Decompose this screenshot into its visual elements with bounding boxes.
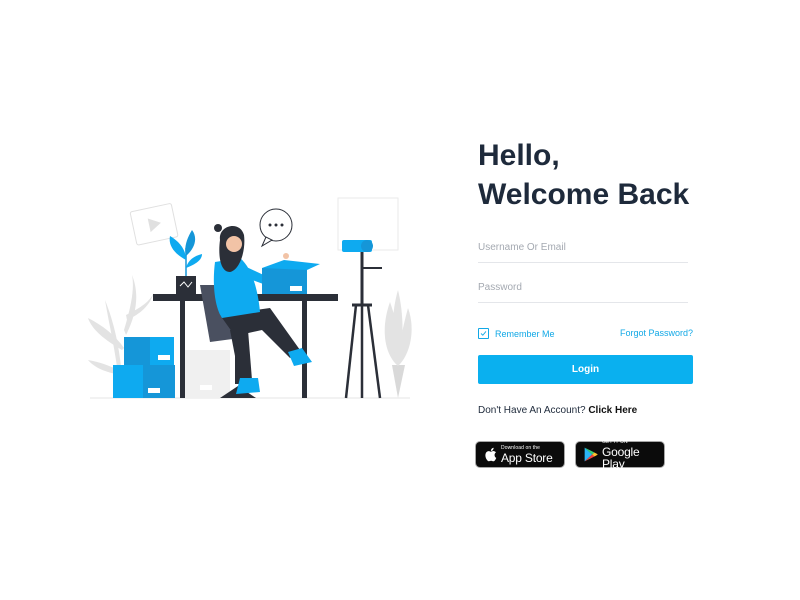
- remember-me-label: Remember Me: [495, 328, 555, 339]
- signup-link[interactable]: Click Here: [588, 405, 637, 416]
- username-input[interactable]: [478, 232, 688, 263]
- signup-prompt: Don't Have An Account? Click Here: [478, 405, 637, 416]
- google-play-badge[interactable]: GET IT ON Google Play: [575, 438, 665, 471]
- greeting-line-1: Hello,: [478, 139, 560, 172]
- google-play-icon: [584, 447, 598, 462]
- apple-icon: [484, 447, 497, 462]
- workspace-illustration: [88, 197, 412, 399]
- forgot-password-link[interactable]: Forgot Password?: [620, 328, 693, 338]
- remember-me-toggle[interactable]: Remember Me: [478, 328, 555, 339]
- signup-prompt-text: Don't Have An Account?: [478, 405, 586, 416]
- google-play-label: Google Play: [602, 444, 640, 471]
- google-play-caption: GET IT ON: [602, 438, 628, 445]
- page-title: Hello, Welcome Back: [478, 136, 738, 214]
- login-button[interactable]: Login: [478, 355, 693, 384]
- app-store-label: App Store: [501, 450, 553, 465]
- greeting-line-2: Welcome Back: [478, 178, 690, 211]
- checkmark-icon: [480, 331, 487, 336]
- login-page: Hello, Welcome Back Remember Me Forgot P…: [0, 0, 800, 600]
- app-store-badge[interactable]: Download on the App Store: [475, 441, 565, 468]
- remember-me-checkbox[interactable]: [478, 328, 489, 339]
- app-store-caption: Download on the: [501, 444, 541, 451]
- password-input[interactable]: [478, 272, 688, 303]
